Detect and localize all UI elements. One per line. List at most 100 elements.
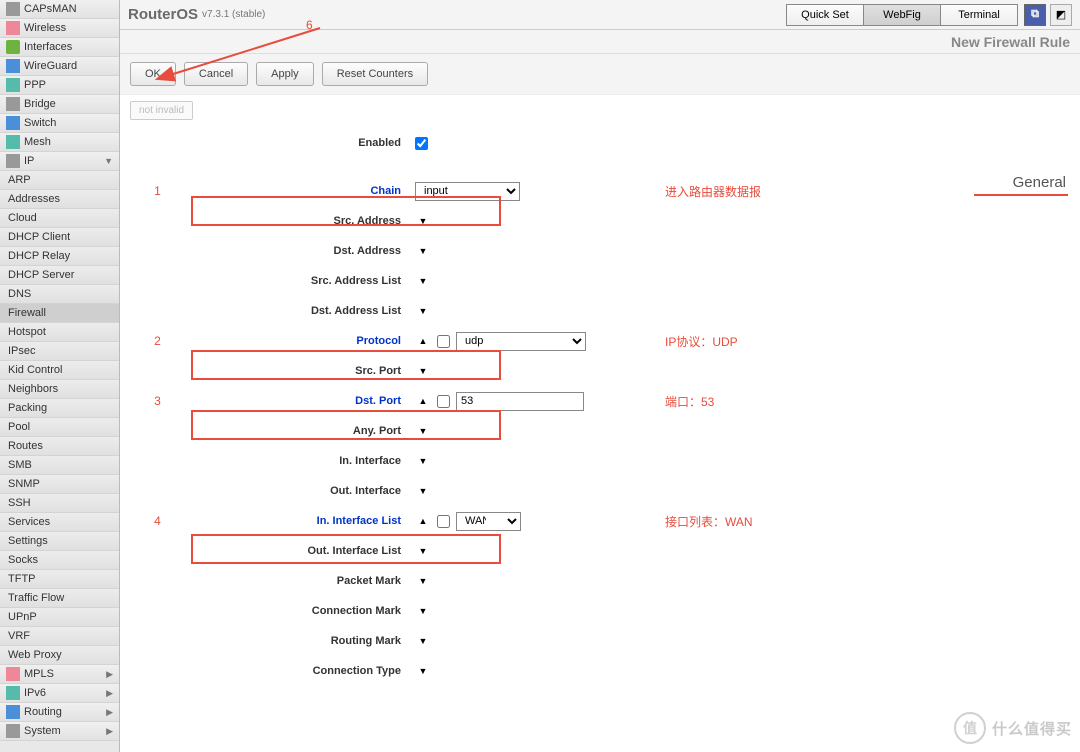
sidebar-item-label: Firewall — [8, 307, 46, 319]
expand-icon[interactable]: ▼ — [415, 665, 431, 677]
sidebar-item-services[interactable]: Services — [0, 513, 119, 532]
sidebar-item-web-proxy[interactable]: Web Proxy — [0, 646, 119, 665]
sidebar-item-firewall[interactable]: Firewall — [0, 304, 119, 323]
graph-icon[interactable]: ◩ — [1050, 4, 1072, 26]
ok-button[interactable]: OK — [130, 62, 176, 86]
collapse-icon[interactable]: ▲ — [415, 335, 431, 347]
sidebar-item-tftp[interactable]: TFTP — [0, 570, 119, 589]
menu-icon — [6, 116, 20, 130]
out-interface-list-label: Out. Interface List — [185, 545, 415, 557]
sidebar-item-ssh[interactable]: SSH — [0, 494, 119, 513]
sidebar-item-mesh[interactable]: Mesh — [0, 133, 119, 152]
expand-icon[interactable]: ▼ — [415, 575, 431, 587]
sidebar-item-ipsec[interactable]: IPsec — [0, 342, 119, 361]
sidebar-item-dns[interactable]: DNS — [0, 285, 119, 304]
sidebar-item-switch[interactable]: Switch — [0, 114, 119, 133]
sidebar-item-arp[interactable]: ARP — [0, 171, 119, 190]
tab-general[interactable]: General — [1013, 174, 1066, 191]
sidebar-item-settings[interactable]: Settings — [0, 532, 119, 551]
winbox-icon[interactable]: ⧉ — [1024, 4, 1046, 26]
sidebar-item-label: TFTP — [8, 573, 36, 585]
sidebar-item-upnp[interactable]: UPnP — [0, 608, 119, 627]
dst-address-label: Dst. Address — [185, 245, 415, 257]
sidebar-item-dhcp-server[interactable]: DHCP Server — [0, 266, 119, 285]
expand-icon[interactable]: ▼ — [415, 485, 431, 497]
src-address-label: Src. Address — [185, 215, 415, 227]
page-title: New Firewall Rule — [951, 34, 1070, 50]
sidebar-item-packing[interactable]: Packing — [0, 399, 119, 418]
chevron-icon: ▶ — [106, 669, 113, 680]
chain-label: Chain — [185, 185, 415, 197]
chevron-icon: ▶ — [106, 707, 113, 718]
chain-select[interactable]: input — [415, 182, 520, 201]
expand-icon[interactable]: ▼ — [415, 275, 431, 287]
sidebar-item-routes[interactable]: Routes — [0, 437, 119, 456]
expand-icon[interactable]: ▼ — [415, 605, 431, 617]
annot-6-number: 6 — [306, 18, 313, 32]
in-interface-list-select[interactable]: WAN — [456, 512, 521, 531]
protocol-select[interactable]: udp — [456, 332, 586, 351]
expand-icon[interactable]: ▼ — [415, 365, 431, 377]
sidebar-item-wireless[interactable]: Wireless — [0, 19, 119, 38]
in-interface-list-label: In. Interface List — [185, 515, 415, 527]
sidebar-item-bridge[interactable]: Bridge — [0, 95, 119, 114]
sidebar-item-label: ARP — [8, 174, 31, 186]
sidebar-item-kid-control[interactable]: Kid Control — [0, 361, 119, 380]
sidebar-item-ip[interactable]: IP▼ — [0, 152, 119, 171]
dst-port-invert-checkbox[interactable] — [437, 395, 450, 408]
connection-mark-label: Connection Mark — [185, 605, 415, 617]
sidebar-item-mpls[interactable]: MPLS▶ — [0, 665, 119, 684]
routing-mark-label: Routing Mark — [185, 635, 415, 647]
sidebar-item-wireguard[interactable]: WireGuard — [0, 57, 119, 76]
enabled-checkbox[interactable] — [415, 137, 428, 150]
reset-counters-button[interactable]: Reset Counters — [322, 62, 428, 86]
quickset-button[interactable]: Quick Set — [786, 4, 864, 26]
sidebar-item-socks[interactable]: Socks — [0, 551, 119, 570]
chevron-icon: ▶ — [106, 726, 113, 737]
packet-mark-label: Packet Mark — [185, 575, 415, 587]
in-iflist-invert-checkbox[interactable] — [437, 515, 450, 528]
firewall-form: Enabled 1 Chain input 进入路由器数据报 Src. Addr… — [120, 124, 1080, 686]
expand-icon[interactable]: ▼ — [415, 245, 431, 257]
apply-button[interactable]: Apply — [256, 62, 314, 86]
protocol-label: Protocol — [185, 335, 415, 347]
sidebar-item-hotspot[interactable]: Hotspot — [0, 323, 119, 342]
sidebar-item-traffic-flow[interactable]: Traffic Flow — [0, 589, 119, 608]
sidebar-item-label: Mesh — [24, 136, 51, 148]
dst-port-input[interactable] — [456, 392, 584, 411]
protocol-invert-checkbox[interactable] — [437, 335, 450, 348]
expand-icon[interactable]: ▼ — [415, 305, 431, 317]
sidebar-item-routing[interactable]: Routing▶ — [0, 703, 119, 722]
sidebar-item-smb[interactable]: SMB — [0, 456, 119, 475]
menu-icon — [6, 705, 20, 719]
sidebar-item-ipv6[interactable]: IPv6▶ — [0, 684, 119, 703]
sidebar-item-interfaces[interactable]: Interfaces — [0, 38, 119, 57]
expand-icon[interactable]: ▼ — [415, 425, 431, 437]
expand-icon[interactable]: ▼ — [415, 455, 431, 467]
sidebar-item-capsman[interactable]: CAPsMAN — [0, 0, 119, 19]
expand-icon[interactable]: ▼ — [415, 215, 431, 227]
sidebar-item-ppp[interactable]: PPP — [0, 76, 119, 95]
sidebar-item-system[interactable]: System▶ — [0, 722, 119, 741]
sidebar-item-label: Pool — [8, 421, 30, 433]
sidebar-item-snmp[interactable]: SNMP — [0, 475, 119, 494]
menu-icon — [6, 724, 20, 738]
expand-icon[interactable]: ▼ — [415, 545, 431, 557]
cancel-button[interactable]: Cancel — [184, 62, 248, 86]
sidebar-item-cloud[interactable]: Cloud — [0, 209, 119, 228]
webfig-button[interactable]: WebFig — [863, 4, 941, 26]
collapse-icon[interactable]: ▲ — [415, 395, 431, 407]
sidebar-item-neighbors[interactable]: Neighbors — [0, 380, 119, 399]
terminal-button[interactable]: Terminal — [940, 4, 1018, 26]
out-interface-label: Out. Interface — [185, 485, 415, 497]
sidebar-item-pool[interactable]: Pool — [0, 418, 119, 437]
sidebar-item-addresses[interactable]: Addresses — [0, 190, 119, 209]
annot-1-number: 1 — [130, 184, 185, 198]
sidebar-item-label: Switch — [24, 117, 56, 129]
expand-icon[interactable]: ▼ — [415, 635, 431, 647]
collapse-icon[interactable]: ▲ — [415, 515, 431, 527]
sidebar-item-vrf[interactable]: VRF — [0, 627, 119, 646]
sidebar-item-dhcp-relay[interactable]: DHCP Relay — [0, 247, 119, 266]
sidebar-item-dhcp-client[interactable]: DHCP Client — [0, 228, 119, 247]
connection-type-label: Connection Type — [185, 665, 415, 677]
